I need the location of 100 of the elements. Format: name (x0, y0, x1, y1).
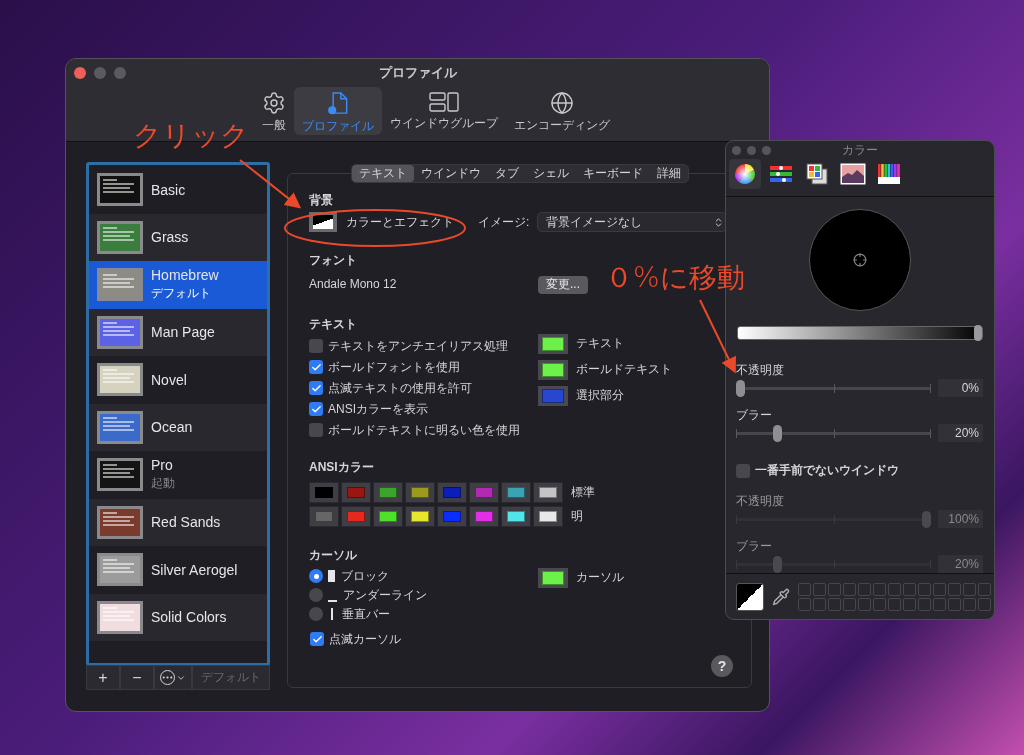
window-title: プロファイル (378, 63, 457, 82)
ansi-color-well[interactable] (469, 505, 499, 527)
color-well[interactable] (538, 333, 568, 354)
ansi-color-well[interactable] (373, 505, 403, 527)
settings-tab[interactable]: タブ (487, 165, 526, 182)
ansi-color-well[interactable] (501, 505, 531, 527)
checkbox[interactable] (309, 339, 323, 353)
brightness-slider[interactable] (737, 326, 983, 340)
annotation-text: ０%に移動 (605, 264, 745, 292)
toolbar-tab[interactable]: エンコーディング (505, 87, 618, 135)
ansi-color-well[interactable] (405, 481, 435, 503)
slider-thumb[interactable] (974, 325, 982, 341)
more-menu-button[interactable] (154, 665, 192, 690)
ansi-color-well[interactable] (501, 481, 531, 503)
value-field[interactable]: 20% (938, 424, 983, 442)
toolbar-tab[interactable]: ウインドウグループ (381, 87, 506, 135)
slider[interactable] (736, 424, 931, 442)
slider[interactable] (736, 510, 931, 528)
ansi-color-well[interactable] (341, 505, 371, 527)
row-label: 標準 (571, 483, 595, 501)
crosshair-icon (853, 253, 867, 267)
color-well-label: テキスト (576, 335, 624, 352)
toolbar-tab[interactable]: 一般 (253, 87, 294, 135)
profile-item[interactable]: Grass (89, 213, 267, 261)
ansi-color-well[interactable] (373, 481, 403, 503)
radio-button[interactable] (309, 569, 323, 583)
color-well[interactable] (538, 567, 568, 588)
list-button[interactable]: − (120, 665, 154, 690)
ansi-color-well[interactable] (341, 481, 371, 503)
block-cursor-icon (328, 570, 335, 582)
section-heading: テキスト (309, 315, 357, 330)
checkbox[interactable] (309, 423, 323, 437)
profile-name: Homebrew (151, 267, 219, 284)
profile-name: Red Sands (151, 514, 221, 531)
settings-tab[interactable]: 詳細 (649, 165, 688, 182)
list-button[interactable]: + (86, 665, 120, 690)
ansi-color-well[interactable] (437, 505, 467, 527)
slider[interactable] (736, 555, 931, 573)
ansi-color-well[interactable] (533, 481, 563, 503)
close-button[interactable] (74, 66, 86, 79)
annotation-text: クリック (133, 122, 249, 150)
checkbox-label: 点滅テキストの使用を許可 (328, 379, 472, 397)
profile-item[interactable]: Homebrew デフォルト (89, 261, 267, 309)
slider-label: ブラー (736, 407, 772, 421)
current-color-swatch[interactable] (736, 582, 764, 611)
section-heading: 背景 (309, 192, 333, 206)
checkbox[interactable] (310, 632, 324, 646)
checkbox[interactable] (309, 381, 323, 395)
profile-item[interactable]: Ocean (89, 403, 267, 451)
radio-label: アンダーライン (343, 586, 427, 604)
color-well[interactable] (538, 359, 568, 380)
slider-thumb[interactable] (736, 380, 745, 397)
ansi-color-well[interactable] (437, 481, 467, 503)
ansi-color-well[interactable] (469, 481, 499, 503)
slider-thumb[interactable] (922, 511, 931, 528)
radio-button[interactable] (309, 588, 323, 602)
value-field[interactable]: 100% (938, 510, 983, 528)
settings-tab[interactable]: ウインドウ (413, 165, 488, 182)
ansi-color-well[interactable] (309, 481, 339, 503)
checkbox[interactable] (309, 360, 323, 374)
value-field[interactable]: 0% (938, 379, 983, 397)
settings-tab[interactable]: シェル (525, 165, 576, 182)
change-font-button[interactable]: 変更... (538, 275, 588, 294)
ansi-color-well[interactable] (405, 505, 435, 527)
checkbox[interactable] (736, 463, 750, 478)
profile-name: Grass (151, 229, 189, 246)
image-popup[interactable]: 背景イメージなし (537, 212, 728, 232)
globe-icon (549, 91, 574, 115)
profile-item[interactable]: Solid Colors (89, 593, 267, 641)
value-field[interactable]: 20% (938, 555, 983, 573)
color-well[interactable] (538, 385, 568, 406)
profile-item[interactable]: Red Sands (89, 498, 267, 546)
pencils-icon (877, 162, 901, 186)
ansi-color-well[interactable] (309, 505, 339, 527)
color-palettes-icon (806, 163, 828, 185)
slider-thumb[interactable] (773, 556, 783, 573)
font-name: Andale Mono 12 (309, 276, 398, 291)
profile-name: Pro (151, 457, 174, 474)
swatch-grid[interactable] (798, 582, 991, 611)
section-heading: フォント (309, 252, 357, 266)
checkbox[interactable] (309, 402, 323, 416)
color-mode-tab[interactable] (729, 159, 761, 189)
radio-button[interactable] (309, 607, 323, 621)
color-effects-button[interactable] (309, 212, 337, 232)
landscape-image-icon (840, 163, 866, 185)
color-well-label: ボールドテキスト (576, 361, 672, 378)
slider-label: 不透明度 (736, 493, 784, 507)
slider-thumb[interactable] (773, 425, 783, 442)
profile-name: Ocean (151, 419, 193, 436)
ansi-color-well[interactable] (533, 505, 563, 527)
settings-tab[interactable]: テキスト (351, 165, 414, 182)
eyedropper-icon[interactable] (772, 587, 790, 606)
profile-item[interactable]: Man Page (89, 308, 267, 356)
profile-note: デフォルト (151, 285, 212, 303)
radio-label: ブロック (341, 567, 389, 585)
help-button[interactable]: ? (711, 655, 733, 677)
radio-label: 垂直バー (342, 605, 390, 623)
color-sliders-icon (769, 164, 793, 184)
slider[interactable] (736, 379, 931, 397)
settings-tab[interactable]: キーボード (575, 165, 650, 182)
